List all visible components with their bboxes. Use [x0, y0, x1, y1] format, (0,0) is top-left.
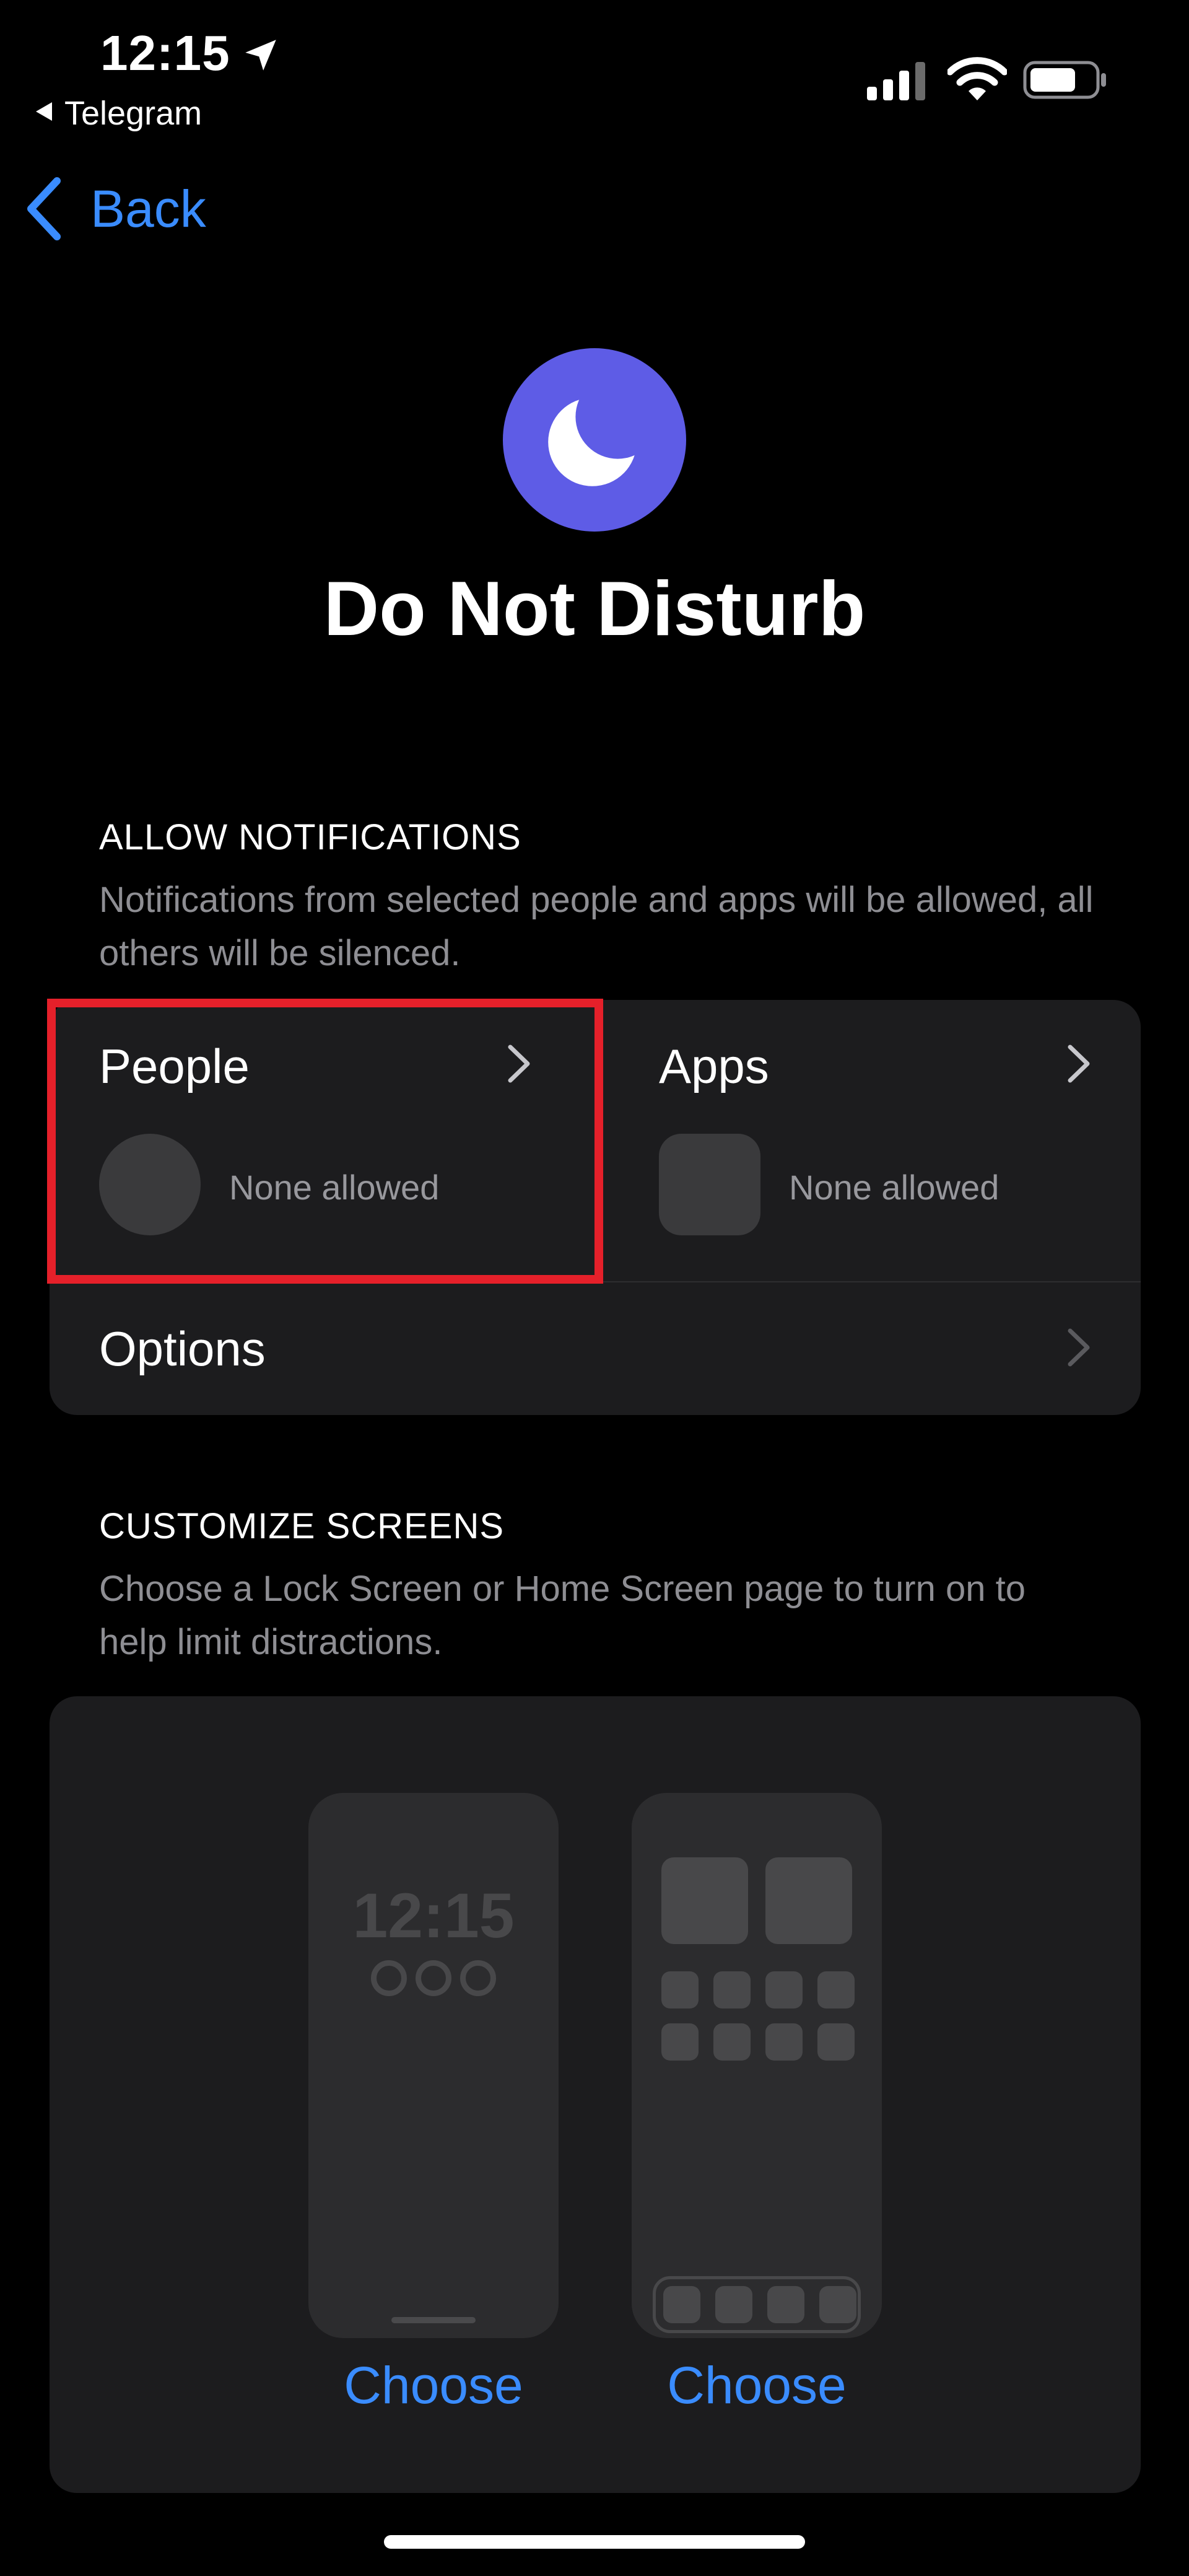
app-icon-placeholder — [765, 2023, 803, 2061]
widget-placeholder — [765, 1857, 852, 1944]
apps-status: None allowed — [789, 1168, 1000, 1207]
status-time: 12:15 — [100, 25, 230, 81]
app-icon-placeholder — [817, 1971, 855, 2009]
app-icon-placeholder — [713, 1971, 751, 2009]
back-to-app-link[interactable]: Telegram — [36, 94, 202, 133]
chevron-left-icon — [27, 177, 61, 240]
chevron-right-icon — [1068, 1045, 1090, 1083]
chevron-right-icon — [1068, 1328, 1090, 1367]
app-icon-placeholder — [661, 1971, 699, 2009]
apps-cell[interactable]: Apps None allowed — [609, 1000, 1154, 1281]
battery-icon — [1023, 61, 1106, 99]
lock-screen-widgets — [308, 1960, 559, 1996]
moon-icon — [548, 398, 637, 486]
app-icon-placeholder — [713, 2023, 751, 2061]
choose-lock-screen-button[interactable]: Choose — [308, 2355, 559, 2416]
allow-notifications-heading: ALLOW NOTIFICATIONS — [99, 817, 521, 857]
widget-circle — [460, 1960, 496, 1996]
page-title: Do Not Disturb — [323, 566, 866, 652]
dock-icon-placeholder — [767, 2286, 804, 2323]
apps-label: Apps — [659, 1039, 769, 1093]
wifi-icon — [947, 57, 1007, 100]
location-arrow-icon — [245, 40, 276, 71]
focus-mode-icon — [503, 348, 686, 532]
allow-notifications-description: Notifications from selected people and a… — [99, 880, 1094, 973]
back-label: Back — [90, 179, 206, 238]
back-button[interactable]: Back — [25, 176, 206, 242]
lock-screen-preview-time: 12:15 — [352, 1880, 515, 1951]
lock-screen-preview[interactable]: 12:15 — [308, 1793, 559, 2338]
customize-screens-card: 12:15 Choose Choose — [50, 1696, 1141, 2493]
app-icon-placeholder — [661, 2023, 699, 2061]
dock-placeholder — [653, 2276, 861, 2333]
home-screen-preview[interactable] — [632, 1793, 882, 2338]
dock-icon-placeholder — [819, 2286, 856, 2323]
widget-placeholder — [661, 1857, 748, 1944]
cellular-signal-icon — [867, 62, 925, 100]
customize-screens-heading: CUSTOMIZE SCREENS — [99, 1506, 505, 1546]
app-icon-placeholder — [765, 1971, 803, 2009]
widget-circle — [416, 1960, 451, 1996]
app-icon-placeholder — [817, 2023, 855, 2061]
widget-circle — [371, 1960, 407, 1996]
home-indicator[interactable] — [384, 2535, 805, 2549]
customize-screens-description: Choose a Lock Screen or Home Screen page… — [99, 1569, 1026, 1662]
people-highlight-box — [47, 999, 603, 1284]
back-triangle-icon — [36, 102, 52, 121]
dock-icon-placeholder — [715, 2286, 752, 2323]
back-app-label: Telegram — [64, 95, 203, 132]
choose-home-screen-button[interactable]: Choose — [632, 2355, 882, 2416]
dock-icon-placeholder — [663, 2286, 700, 2323]
options-row[interactable]: Options — [50, 1282, 1141, 1415]
home-indicator-mini — [391, 2317, 476, 2323]
options-label: Options — [99, 1321, 266, 1376]
app-icon-placeholder — [659, 1134, 760, 1235]
